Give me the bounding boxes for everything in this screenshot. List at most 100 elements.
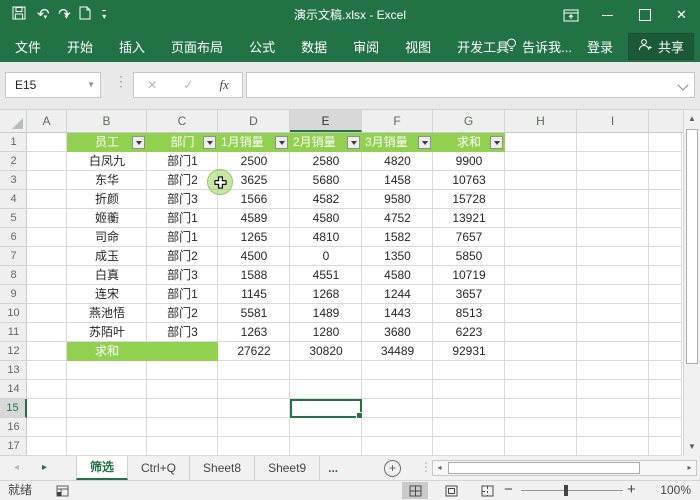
insert-function-icon[interactable]: fx (220, 77, 229, 93)
column-header-C[interactable]: C (147, 110, 218, 132)
cell-G7[interactable]: 5850 (433, 247, 505, 266)
filter-button[interactable] (275, 136, 288, 149)
enter-icon[interactable]: ✓ (183, 78, 193, 92)
column-header-I[interactable]: I (577, 110, 649, 132)
table-header-1[interactable]: 员工 (67, 133, 147, 152)
ribbon-tab-0[interactable]: 文件 (15, 37, 41, 56)
filter-button[interactable] (347, 136, 360, 149)
spreadsheet-grid[interactable]: 员工 部门 1月销量 2月销量 3月销量 求和 白凤九 部门1 2500 2580 4820 9900… (27, 133, 682, 456)
cell-E6[interactable]: 4810 (290, 228, 362, 247)
selected-cell[interactable] (290, 399, 363, 419)
page-layout-view-button[interactable] (438, 482, 464, 499)
filter-button[interactable] (203, 136, 216, 149)
zoom-slider-thumb[interactable] (564, 485, 568, 496)
cell-B10[interactable]: 燕池悟 (67, 304, 147, 323)
cell-E7[interactable]: 0 (290, 247, 362, 266)
sheet-tab-1[interactable]: Sheet8 (190, 456, 256, 480)
total-row-fill[interactable] (147, 342, 218, 361)
scroll-down-icon[interactable]: ▼ (684, 439, 700, 455)
row-header-6[interactable]: 6 (0, 228, 27, 247)
ribbon-tab-5[interactable]: 数据 (301, 37, 327, 56)
zoom-out-icon[interactable]: − (504, 481, 513, 499)
cancel-icon[interactable]: ✕ (147, 78, 157, 92)
horizontal-scrollbar[interactable]: ◂ ▸ (432, 460, 697, 476)
row-header-1[interactable]: 1 (0, 133, 27, 152)
table-header-3[interactable]: 1月销量 (218, 133, 290, 152)
new-sheet-button[interactable]: + (384, 460, 401, 477)
cell-D9[interactable]: 1145 (218, 285, 290, 304)
ribbon-tab-2[interactable]: 插入 (119, 37, 145, 56)
vertical-scrollbar[interactable]: ▲ ▼ (683, 110, 700, 456)
row-header-10[interactable]: 10 (0, 304, 27, 323)
ribbon-tab-3[interactable]: 页面布局 (171, 37, 223, 56)
cell-C7[interactable]: 部门2 (147, 247, 218, 266)
cell-D12[interactable]: 27622 (218, 342, 290, 361)
sheet-tab-0[interactable]: Ctrl+Q (128, 456, 191, 480)
column-header-B[interactable]: B (67, 110, 147, 132)
row-header-8[interactable]: 8 (0, 266, 27, 285)
scroll-left-icon[interactable]: ◂ (433, 461, 446, 475)
filter-button[interactable] (132, 136, 145, 149)
cell-E4[interactable]: 4582 (290, 190, 362, 209)
sheet-tabs-overflow[interactable]: ... (320, 456, 346, 480)
cell-D5[interactable]: 4589 (218, 209, 290, 228)
cell-G12[interactable]: 92931 (433, 342, 505, 361)
zoom-level[interactable]: 100% (660, 481, 691, 500)
sheet-tab-active[interactable]: 筛选 (76, 456, 129, 480)
cell-E11[interactable]: 1280 (290, 323, 362, 342)
cell-B2[interactable]: 白凤九 (67, 152, 147, 171)
cell-G2[interactable]: 9900 (433, 152, 505, 171)
row-header-17[interactable]: 17 (0, 437, 27, 456)
column-header-G[interactable]: G (433, 110, 505, 132)
maximize-button[interactable] (626, 0, 663, 30)
cell-C10[interactable]: 部门2 (147, 304, 218, 323)
row-header-12[interactable]: 12 (0, 342, 27, 361)
ribbon-display-options-icon[interactable] (552, 0, 589, 30)
cell-C5[interactable]: 部门1 (147, 209, 218, 228)
scroll-up-icon[interactable]: ▲ (684, 111, 700, 127)
cell-E5[interactable]: 4580 (290, 209, 362, 228)
cell-D10[interactable]: 5581 (218, 304, 290, 323)
cell-C2[interactable]: 部门1 (147, 152, 218, 171)
cell-F11[interactable]: 3680 (362, 323, 433, 342)
sign-in-button[interactable]: 登录 (587, 37, 613, 56)
table-header-6[interactable]: 求和 (433, 133, 505, 152)
cell-D4[interactable]: 1566 (218, 190, 290, 209)
cell-F3[interactable]: 1458 (362, 171, 433, 190)
formula-input[interactable] (246, 72, 695, 98)
page-break-view-button[interactable] (474, 482, 500, 499)
column-header-A[interactable]: A (27, 110, 67, 132)
name-box-dropdown-icon[interactable]: ▼ (87, 73, 95, 97)
zoom-in-icon[interactable]: + (627, 481, 636, 499)
cell-F4[interactable]: 9580 (362, 190, 433, 209)
zoom-slider-track[interactable] (521, 490, 623, 491)
cell-B7[interactable]: 成玉 (67, 247, 147, 266)
row-header-7[interactable]: 7 (0, 247, 27, 266)
cell-F10[interactable]: 1443 (362, 304, 433, 323)
record-macro-icon[interactable] (56, 484, 69, 500)
table-header-2[interactable]: 部门 (147, 133, 218, 152)
fill-handle[interactable] (356, 412, 363, 419)
cell-B4[interactable]: 折颜 (67, 190, 147, 209)
cell-B5[interactable]: 姬蘅 (67, 209, 147, 228)
minimize-button[interactable] (589, 0, 626, 30)
share-button[interactable]: 共享 (627, 32, 694, 60)
cell-B8[interactable]: 白真 (67, 266, 147, 285)
row-header-5[interactable]: 5 (0, 209, 27, 228)
cell-D7[interactable]: 4500 (218, 247, 290, 266)
row-header-9[interactable]: 9 (0, 285, 27, 304)
cell-F9[interactable]: 1244 (362, 285, 433, 304)
cell-F7[interactable]: 1350 (362, 247, 433, 266)
column-header-D[interactable]: D (218, 110, 290, 132)
cell-B3[interactable]: 东华 (67, 171, 147, 190)
cell-G5[interactable]: 13921 (433, 209, 505, 228)
close-button[interactable]: ✕ (663, 0, 700, 30)
cell-G6[interactable]: 7657 (433, 228, 505, 247)
cell-E8[interactable]: 4551 (290, 266, 362, 285)
vertical-scroll-thumb[interactable] (686, 129, 698, 364)
cell-D8[interactable]: 1588 (218, 266, 290, 285)
ribbon-tab-6[interactable]: 审阅 (353, 37, 379, 56)
cell-E3[interactable]: 5680 (290, 171, 362, 190)
cell-F8[interactable]: 4580 (362, 266, 433, 285)
scroll-right-icon[interactable]: ▸ (683, 461, 696, 475)
